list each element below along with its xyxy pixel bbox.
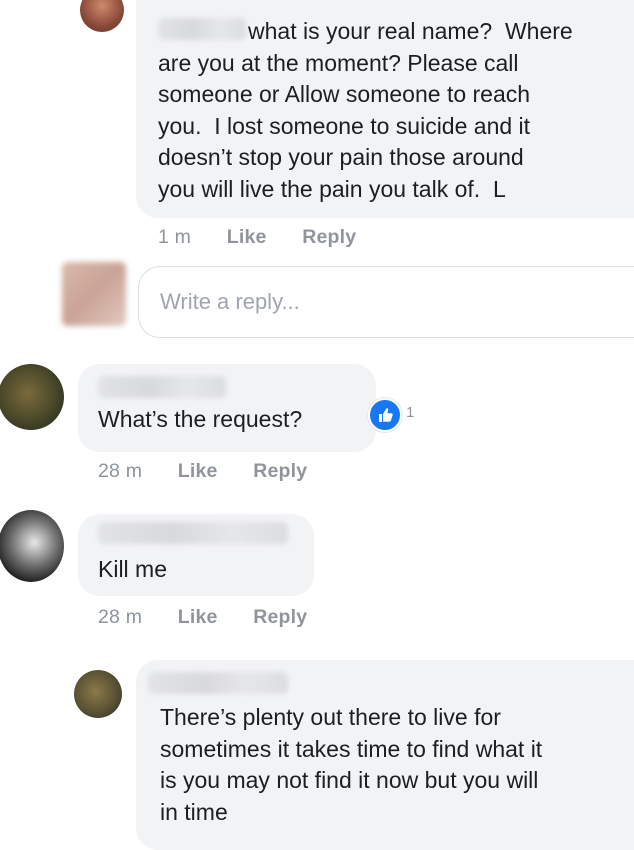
comment-text: what is your real name? Where are you at … [158, 18, 573, 202]
reaction-count: 1 [406, 404, 415, 421]
comment-text: What’s the request? [98, 406, 303, 432]
like-button[interactable]: Like [178, 460, 218, 482]
avatar[interactable] [0, 364, 64, 430]
comment-meta: 28 m Like Reply [98, 606, 337, 629]
like-button[interactable]: Like [178, 606, 218, 628]
reply-button[interactable]: Reply [302, 226, 356, 248]
like-button[interactable]: Like [227, 226, 267, 248]
comment-meta: 28 m Like Reply [98, 460, 337, 483]
avatar[interactable] [80, 0, 124, 32]
comment-text: Kill me [98, 556, 168, 582]
comment-meta: 1 m Like Reply [158, 226, 386, 249]
timestamp[interactable]: 28 m [98, 460, 142, 482]
reply-button[interactable]: Reply [253, 460, 307, 482]
reply-button[interactable]: Reply [253, 606, 307, 628]
avatar[interactable] [74, 670, 122, 718]
timestamp[interactable]: 1 m [158, 226, 191, 248]
timestamp[interactable]: 28 m [98, 606, 142, 628]
avatar[interactable] [0, 510, 64, 582]
author-name[interactable] [98, 376, 226, 398]
avatar [62, 262, 126, 326]
author-name[interactable] [98, 522, 288, 544]
comment-text: There’s plenty out there to live for som… [160, 704, 543, 825]
thumbs-up-icon[interactable] [368, 398, 402, 432]
author-name[interactable] [148, 672, 288, 694]
reply-placeholder: Write a reply... [160, 289, 300, 314]
